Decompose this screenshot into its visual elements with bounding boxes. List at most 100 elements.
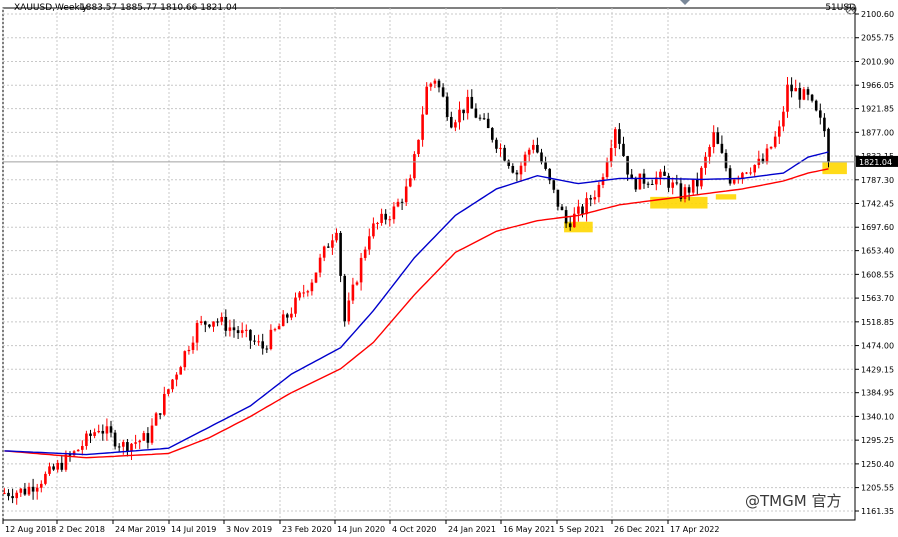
- candle-bull: [466, 96, 469, 114]
- y-tick-label: 1653.40: [861, 247, 894, 256]
- candle-bear: [581, 206, 584, 215]
- candle-bull: [712, 132, 715, 148]
- candle-bull: [187, 349, 191, 352]
- candle-bear: [89, 433, 92, 436]
- candle-bull: [167, 389, 170, 394]
- x-tick-label: 16 May 2021: [503, 525, 555, 534]
- candle-bear: [511, 165, 515, 173]
- candle-bear: [11, 496, 14, 499]
- candle-bear: [790, 84, 793, 92]
- candle-bull: [245, 329, 248, 331]
- candle-bull: [306, 291, 310, 293]
- y-tick-label: 1921.85: [861, 105, 894, 114]
- candle-bull: [417, 139, 420, 155]
- y-tick-label: 2055.75: [861, 34, 894, 43]
- x-tick-label: 12 Aug 2018: [5, 525, 56, 534]
- y-tick-label: 1205.55: [861, 484, 894, 493]
- candle-bull: [614, 129, 617, 149]
- candle-bull: [708, 147, 711, 157]
- candle-bull: [388, 219, 392, 221]
- candle-bull: [290, 313, 293, 318]
- candle-bear: [146, 433, 150, 443]
- candle-bull: [35, 487, 39, 492]
- candle-bull: [199, 321, 203, 323]
- candle-bear: [589, 198, 592, 200]
- candle-bull: [527, 149, 531, 155]
- y-tick-label: 1877.00: [861, 128, 894, 137]
- candle-bull: [671, 182, 674, 188]
- candle-bull: [782, 111, 785, 127]
- candle-bear: [814, 100, 818, 111]
- candle-bear: [482, 118, 486, 120]
- candle-bull: [745, 172, 748, 174]
- candle-bull: [183, 351, 187, 368]
- y-tick-label: 1966.05: [861, 81, 894, 90]
- candle-bear: [675, 182, 679, 184]
- candle-bear: [437, 80, 441, 88]
- candle-bear: [7, 492, 10, 497]
- x-tick-label: 4 Oct 2020: [392, 525, 436, 534]
- candle-bear: [204, 321, 207, 325]
- candle-bear: [265, 348, 269, 350]
- candle-bear: [23, 488, 27, 495]
- y-tick-label: 1742.45: [861, 200, 894, 209]
- candle-bull: [85, 433, 88, 446]
- candle-bull: [273, 329, 277, 331]
- x-tick-label: 23 Feb 2020: [282, 525, 332, 534]
- candle-bull: [425, 86, 428, 115]
- candle-bull: [683, 187, 687, 200]
- y-tick-label: 1295.25: [861, 436, 894, 445]
- candle-bull: [56, 462, 59, 470]
- candle-bear: [384, 213, 387, 220]
- candle-bull: [380, 213, 383, 223]
- candle-bull: [794, 87, 797, 92]
- candle-bull: [433, 80, 437, 84]
- candle-bull: [93, 432, 96, 436]
- candle-bear: [232, 327, 236, 331]
- candle-bull: [396, 201, 400, 207]
- candle-bull: [409, 178, 412, 187]
- candle-bull: [64, 454, 68, 470]
- candle-bear: [327, 246, 330, 248]
- candle-bull: [429, 83, 433, 87]
- y-tick-label: 1384.95: [861, 389, 894, 398]
- x-tick-label: 17 Apr 2022: [670, 525, 719, 534]
- x-tick-label: 14 Jun 2020: [337, 525, 385, 534]
- candle-bull: [700, 167, 703, 187]
- candle-bull: [376, 222, 379, 224]
- candle-bear: [286, 314, 289, 318]
- candle-bear: [667, 175, 670, 188]
- highlight-zone: [822, 162, 847, 175]
- candle-bull: [519, 165, 523, 175]
- y-tick-label: 1340.10: [861, 412, 894, 421]
- candle-bull: [294, 297, 297, 314]
- candle-bull: [413, 154, 416, 179]
- ma-slow-line: [4, 168, 829, 459]
- candle-bear: [441, 87, 445, 97]
- candle-bear: [474, 108, 478, 118]
- candle-bear: [819, 110, 822, 118]
- candle-bear: [52, 466, 55, 470]
- candle-bull: [499, 147, 502, 149]
- candle-bull: [81, 445, 84, 450]
- candle-bull: [318, 257, 322, 273]
- candle-bear: [450, 116, 453, 128]
- candle-bull: [195, 322, 199, 343]
- candle-bear: [60, 462, 64, 470]
- candle-bull: [142, 433, 146, 441]
- candle-bear: [663, 171, 666, 176]
- candle-bull: [138, 440, 141, 443]
- candle-bear: [630, 174, 633, 179]
- candle-bull: [3, 492, 6, 494]
- candle-bull: [240, 330, 244, 334]
- y-tick-label: 1563.70: [861, 294, 894, 303]
- candle-bear: [491, 128, 494, 140]
- candle-bear: [236, 330, 240, 334]
- candle-bear: [544, 162, 547, 169]
- candle-bull: [19, 488, 23, 493]
- x-tick-label: 5 Sep 2021: [559, 525, 605, 534]
- watermark: @TMGM 官方: [745, 492, 842, 510]
- candle-bear: [687, 187, 691, 193]
- candle-bear: [823, 117, 826, 132]
- price-chart: 2100.60 2055.75 2010.90 1966.05 1921.85 1877.…: [2, 7, 898, 534]
